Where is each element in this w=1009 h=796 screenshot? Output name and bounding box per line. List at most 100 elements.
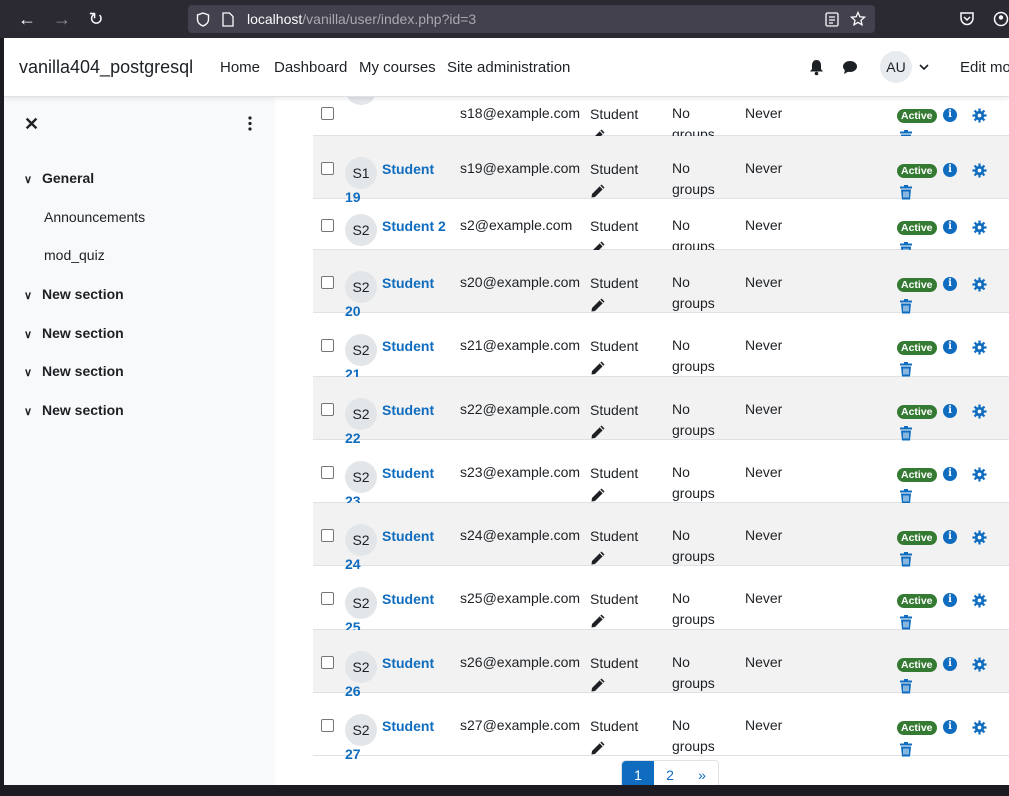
back-icon[interactable]: ← xyxy=(17,9,37,29)
chevron-down-icon[interactable] xyxy=(919,64,929,71)
trash-icon[interactable] xyxy=(899,362,913,377)
page-next[interactable]: » xyxy=(686,761,718,785)
chevron-down-icon[interactable]: ∨ xyxy=(24,405,42,418)
activity-announcements[interactable]: Announcements xyxy=(44,209,145,225)
info-icon[interactable]: i xyxy=(943,593,957,607)
participant-name-link[interactable]: Student xyxy=(382,528,434,544)
info-icon[interactable]: i xyxy=(943,404,957,418)
pencil-icon[interactable] xyxy=(590,550,606,566)
info-icon[interactable]: i xyxy=(943,108,957,122)
pencil-icon[interactable] xyxy=(590,424,606,440)
row-checkbox[interactable] xyxy=(321,276,334,289)
trash-icon[interactable] xyxy=(899,615,913,630)
participant-name-link[interactable]: Student 2 xyxy=(382,218,446,234)
forward-icon[interactable]: → xyxy=(52,9,72,29)
pencil-icon[interactable] xyxy=(590,360,606,376)
chevron-down-icon[interactable]: ∨ xyxy=(24,328,42,341)
last-access: Never xyxy=(745,217,783,233)
account-icon[interactable] xyxy=(993,11,1009,27)
page-2[interactable]: 2 xyxy=(654,761,686,785)
info-icon[interactable]: i xyxy=(943,277,957,291)
pencil-icon[interactable] xyxy=(590,613,606,629)
section-general[interactable]: ∨ General xyxy=(24,170,94,186)
pencil-icon[interactable] xyxy=(590,740,606,756)
pocket-icon[interactable] xyxy=(959,11,975,27)
trash-icon[interactable] xyxy=(899,552,913,567)
trash-icon[interactable] xyxy=(899,742,913,757)
gear-icon[interactable] xyxy=(972,340,987,355)
gear-icon[interactable] xyxy=(972,277,987,292)
bookmark-star-icon[interactable] xyxy=(850,11,866,27)
trash-icon[interactable] xyxy=(899,299,913,314)
reload-icon[interactable]: ↻ xyxy=(86,9,106,29)
info-icon[interactable]: i xyxy=(943,657,957,671)
pencil-icon[interactable] xyxy=(590,183,606,199)
participant-name-link[interactable]: Student xyxy=(382,718,434,734)
status-badge: Active xyxy=(897,405,937,419)
info-icon[interactable]: i xyxy=(943,467,957,481)
participant-name-link[interactable]: Student xyxy=(382,655,434,671)
pencil-icon[interactable] xyxy=(590,487,606,503)
section-new-4[interactable]: ∨ New section xyxy=(24,402,124,418)
pencil-icon[interactable] xyxy=(590,677,606,693)
participant-name-link[interactable]: Student xyxy=(382,402,434,418)
gear-icon[interactable] xyxy=(972,163,987,178)
gear-icon[interactable] xyxy=(972,657,987,672)
row-checkbox[interactable] xyxy=(321,656,334,669)
kebab-menu-icon[interactable] xyxy=(248,116,252,131)
pencil-icon[interactable] xyxy=(590,297,606,313)
participant-name-number[interactable]: 27 xyxy=(345,746,361,762)
last-access: Never xyxy=(745,105,783,121)
row-checkbox[interactable] xyxy=(321,339,334,352)
info-icon[interactable]: i xyxy=(943,163,957,177)
gear-icon[interactable] xyxy=(972,404,987,419)
row-checkbox[interactable] xyxy=(321,529,334,542)
site-name[interactable]: vanilla404_postgresql xyxy=(19,57,193,78)
gear-icon[interactable] xyxy=(972,108,987,123)
activity-mod-quiz[interactable]: mod_quiz xyxy=(44,247,105,263)
nav-site-administration[interactable]: Site administration xyxy=(447,59,570,76)
row-checkbox[interactable] xyxy=(321,219,334,232)
page-1[interactable]: 1 xyxy=(622,761,654,785)
gear-icon[interactable] xyxy=(972,467,987,482)
row-checkbox[interactable] xyxy=(321,107,334,120)
row-checkbox[interactable] xyxy=(321,466,334,479)
info-icon[interactable]: i xyxy=(943,720,957,734)
nav-my-courses[interactable]: My courses xyxy=(359,59,436,76)
info-icon[interactable]: i xyxy=(943,340,957,354)
trash-icon[interactable] xyxy=(899,489,913,504)
notification-bell-icon[interactable] xyxy=(809,59,824,76)
nav-dashboard[interactable]: Dashboard xyxy=(274,59,347,76)
url-bar[interactable]: localhost/vanilla/user/index.php?id=3 xyxy=(188,5,875,33)
edit-mode-label[interactable]: Edit mo xyxy=(960,59,1009,76)
gear-icon[interactable] xyxy=(972,593,987,608)
info-icon[interactable]: i xyxy=(943,530,957,544)
section-new-1[interactable]: ∨ New section xyxy=(24,286,124,302)
trash-icon[interactable] xyxy=(899,679,913,694)
messages-icon[interactable] xyxy=(842,60,858,75)
trash-icon[interactable] xyxy=(899,426,913,441)
gear-icon[interactable] xyxy=(972,220,987,235)
nav-home[interactable]: Home xyxy=(220,59,260,76)
chevron-down-icon[interactable]: ∨ xyxy=(24,366,42,379)
gear-icon[interactable] xyxy=(972,530,987,545)
participant-name-link[interactable]: Student xyxy=(382,161,434,177)
section-new-3[interactable]: ∨ New section xyxy=(24,363,124,379)
row-checkbox[interactable] xyxy=(321,592,334,605)
chevron-down-icon[interactable]: ∨ xyxy=(24,289,42,302)
participant-name-link[interactable]: Student xyxy=(382,591,434,607)
trash-icon[interactable] xyxy=(899,185,913,200)
reader-view-icon[interactable] xyxy=(825,12,839,27)
info-icon[interactable]: i xyxy=(943,220,957,234)
participant-name-link[interactable]: Student xyxy=(382,338,434,354)
gear-icon[interactable] xyxy=(972,720,987,735)
section-new-2[interactable]: ∨ New section xyxy=(24,325,124,341)
chevron-down-icon[interactable]: ∨ xyxy=(24,173,42,186)
close-icon[interactable]: ✕ xyxy=(24,114,39,135)
user-avatar[interactable]: AU xyxy=(880,51,912,83)
participant-name-link[interactable]: Student xyxy=(382,275,434,291)
row-checkbox[interactable] xyxy=(321,403,334,416)
row-checkbox[interactable] xyxy=(321,162,334,175)
row-checkbox[interactable] xyxy=(321,719,334,732)
participant-name-link[interactable]: Student xyxy=(382,465,434,481)
